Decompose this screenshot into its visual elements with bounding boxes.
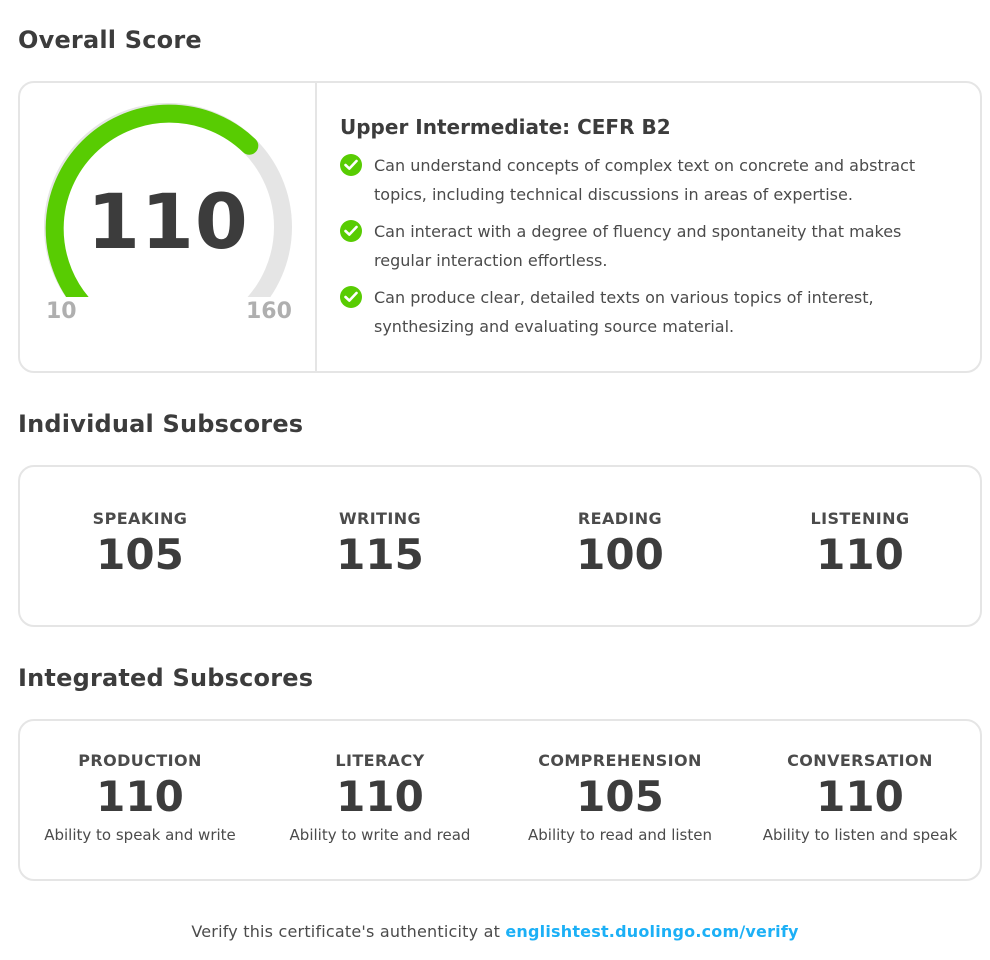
level-title: Upper Intermediate: CEFR B2 <box>340 115 671 139</box>
subscore-conversation: CONVERSATION 110 Ability to listen and s… <box>740 751 980 844</box>
card-divider <box>315 83 317 371</box>
subscore-description: Ability to listen and speak <box>762 826 958 844</box>
criteria-text: Can produce clear, detailed texts on var… <box>374 283 874 341</box>
criteria-line: synthesizing and evaluating source mater… <box>374 317 735 336</box>
overall-score-value: 110 <box>87 177 249 266</box>
integrated-subscores-heading: Integrated Subscores <box>18 664 314 692</box>
check-circle-icon <box>340 220 362 242</box>
subscore-description: Ability to speak and write <box>44 826 236 844</box>
verify-link[interactable]: englishtest.duolingo.com/verify <box>505 922 798 941</box>
level-description: Upper Intermediate: CEFR B2 Can understa… <box>340 115 960 349</box>
criteria-item: Can interact with a degree of fluency an… <box>340 217 960 275</box>
check-circle-icon <box>340 154 362 176</box>
criteria-line: topics, including technical discussions … <box>374 185 853 204</box>
verify-text: Verify this certificate's authenticity a… <box>191 922 506 941</box>
subscore-label: PRODUCTION <box>78 751 202 770</box>
subscore-label: LISTENING <box>810 509 910 528</box>
subscore-value: 115 <box>336 530 424 579</box>
subscore-value: 105 <box>96 530 184 579</box>
gauge-max-label: 160 <box>246 299 292 324</box>
criteria-line: Can interact with a degree of fluency an… <box>374 222 902 241</box>
criteria-item: Can produce clear, detailed texts on var… <box>340 283 960 341</box>
subscore-description: Ability to read and listen <box>528 826 712 844</box>
individual-subscores-card: SPEAKING 105 WRITING 115 READING 100 LIS… <box>18 465 982 627</box>
subscore-value: 110 <box>336 772 424 821</box>
subscore-value: 110 <box>816 530 904 579</box>
individual-score-row: SPEAKING 105 WRITING 115 READING 100 LIS… <box>20 509 980 580</box>
subscore-label: CONVERSATION <box>787 751 933 770</box>
integrated-subscores-card: PRODUCTION 110 Ability to speak and writ… <box>18 719 982 881</box>
subscore-value: 110 <box>96 772 184 821</box>
subscore-value: 110 <box>816 772 904 821</box>
subscore-comprehension: COMPREHENSION 105 Ability to read and li… <box>500 751 740 844</box>
gauge-min-label: 10 <box>46 299 77 324</box>
subscore-value: 105 <box>576 772 664 821</box>
criteria-text: Can interact with a degree of fluency an… <box>374 217 901 275</box>
overall-score-heading: Overall Score <box>18 26 202 54</box>
score-gauge: 110 10 160 <box>20 83 316 371</box>
criteria-text: Can understand concepts of complex text … <box>374 151 915 209</box>
subscore-production: PRODUCTION 110 Ability to speak and writ… <box>20 751 260 844</box>
check-circle-icon <box>340 286 362 308</box>
criteria-line: Can understand concepts of complex text … <box>374 156 916 175</box>
subscore-value: 100 <box>576 530 664 579</box>
overall-score-card: 110 10 160 Upper Intermediate: CEFR B2 C… <box>18 81 982 373</box>
subscore-label: READING <box>577 509 663 528</box>
subscore-label: LITERACY <box>335 751 425 770</box>
integrated-score-row: PRODUCTION 110 Ability to speak and writ… <box>20 751 980 844</box>
verify-footer: Verify this certificate's authenticity a… <box>0 922 990 941</box>
subscore-literacy: LITERACY 110 Ability to write and read <box>260 751 500 844</box>
criteria-line: Can produce clear, detailed texts on var… <box>374 288 874 307</box>
criteria-line: regular interaction effortless. <box>374 251 608 270</box>
subscore-reading: READING 100 <box>500 509 740 580</box>
subscore-listening: LISTENING 110 <box>740 509 980 580</box>
subscore-label: SPEAKING <box>92 509 188 528</box>
subscore-description: Ability to write and read <box>289 826 471 844</box>
individual-subscores-heading: Individual Subscores <box>18 410 304 438</box>
criteria-item: Can understand concepts of complex text … <box>340 151 960 209</box>
subscore-label: COMPREHENSION <box>538 751 702 770</box>
subscore-writing: WRITING 115 <box>260 509 500 580</box>
subscore-speaking: SPEAKING 105 <box>20 509 260 580</box>
subscore-label: WRITING <box>338 509 422 528</box>
